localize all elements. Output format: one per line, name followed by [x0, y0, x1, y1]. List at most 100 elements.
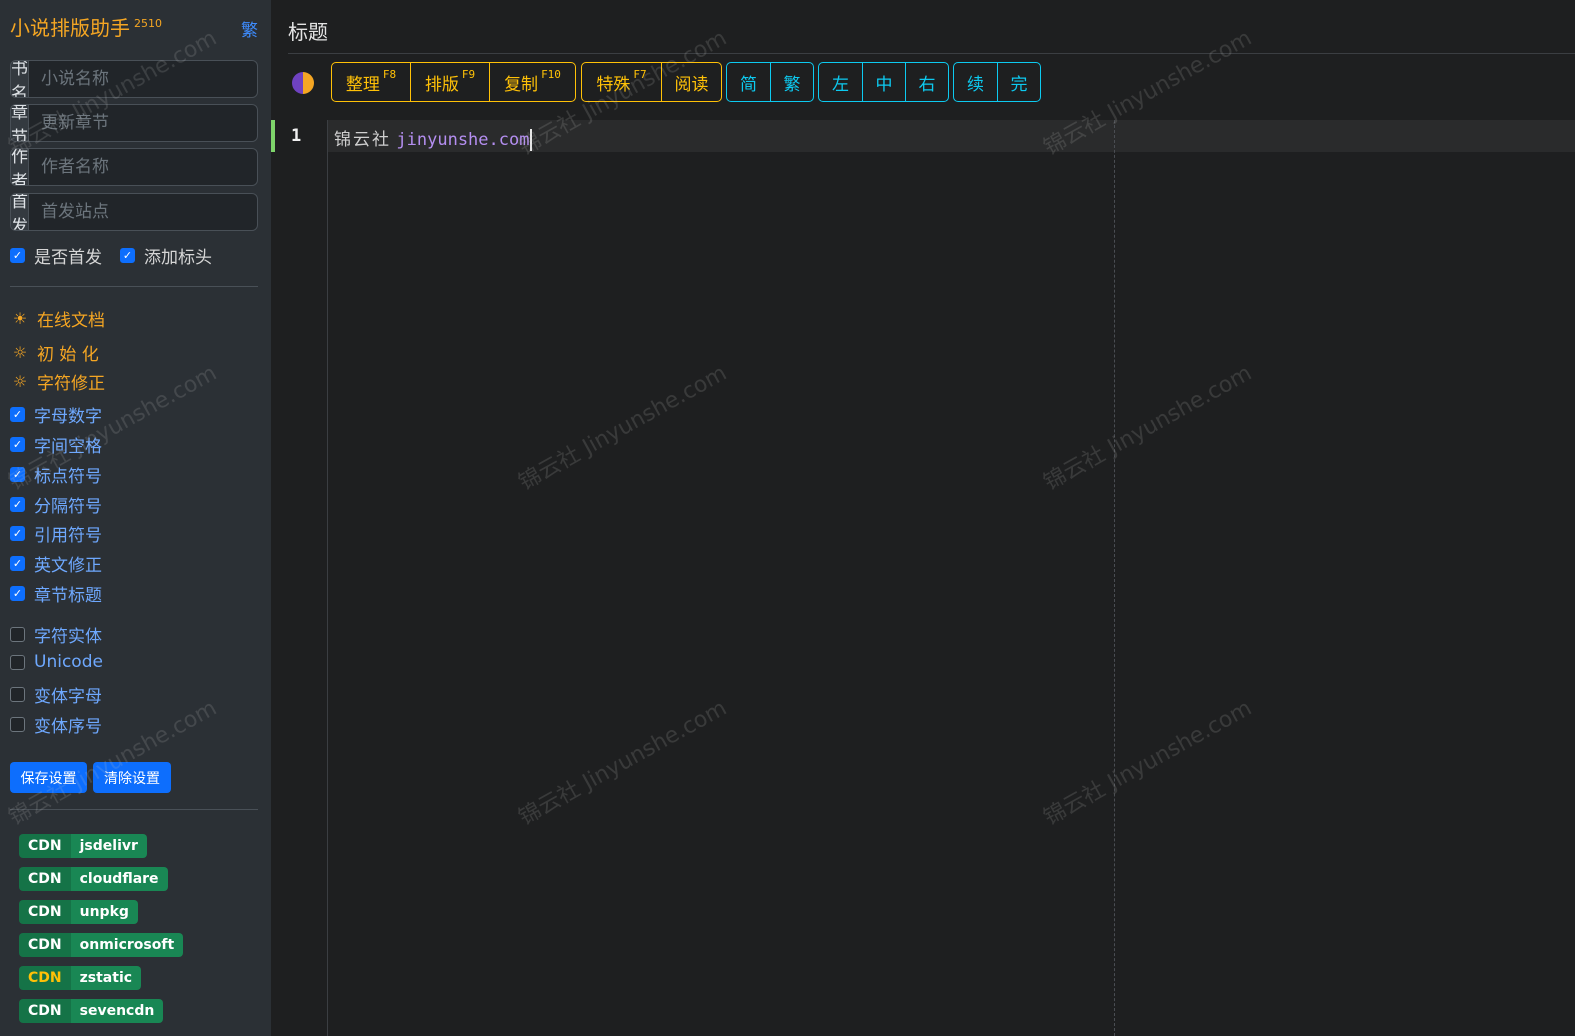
option-label: 英文修正 [34, 556, 102, 576]
clear-settings-button[interactable]: 清除设置 [93, 762, 171, 793]
option-checkbox[interactable] [10, 687, 25, 702]
first-release-label: 首发 [11, 193, 29, 231]
option-checkbox[interactable] [10, 717, 25, 732]
option-checkbox[interactable]: ✓ [10, 437, 25, 452]
option-label: 分隔符号 [34, 497, 102, 517]
special-button[interactable]: 特殊 F7 [582, 63, 661, 101]
option-row[interactable]: ✓ 引用符号 [10, 521, 102, 546]
cdn-badge-cloudflare[interactable]: CDN cloudflare [19, 867, 168, 891]
option-row[interactable]: ✓ 字母数字 [10, 402, 102, 427]
online-docs-label: 在线文档 [37, 311, 105, 331]
option-checkbox[interactable]: ✓ [10, 586, 25, 601]
typeset-shortcut: F9 [461, 67, 476, 81]
chapter-input[interactable] [29, 105, 257, 141]
typeset-label: 排版 [424, 74, 459, 95]
first-release-input[interactable] [29, 194, 257, 230]
cdn-badge-sevencdn[interactable]: CDN sevencdn [19, 999, 164, 1023]
option-row[interactable]: 变体字母 [10, 682, 102, 707]
cdn-key: CDN [19, 966, 71, 990]
char-fix-button[interactable]: ☼ 字符修正 [12, 369, 105, 394]
cdn-key: CDN [19, 834, 71, 858]
divider [10, 286, 258, 287]
option-row[interactable]: 变体序号 [10, 712, 102, 737]
traditional-button[interactable]: 繁 [770, 63, 813, 101]
first-release-checkbox-row[interactable]: ✓ 是否首发 [10, 243, 102, 268]
typeset-button[interactable]: 排版 F9 [410, 63, 489, 101]
char-fix-label: 字符修正 [37, 374, 105, 394]
option-row[interactable]: 字符实体 [10, 622, 102, 647]
read-label: 阅读 [674, 74, 709, 95]
format-button-group: 整理 F8 排版 F9 复制 F10 [331, 62, 576, 102]
continued-button[interactable]: 续 [954, 63, 997, 101]
cdn-badge-onmicrosoft[interactable]: CDN onmicrosoft [19, 933, 184, 957]
cdn-key: CDN [19, 900, 71, 924]
option-checkbox[interactable] [10, 654, 25, 670]
option-row[interactable]: ✓ 英文修正 [10, 551, 102, 576]
editor-line[interactable]: 锦云社 jinyunshe.com [334, 125, 533, 151]
online-docs-link[interactable]: ☀ 在线文档 [12, 306, 105, 331]
option-checkbox[interactable]: ✓ [10, 526, 25, 541]
author-input[interactable] [29, 149, 257, 185]
print-margin-guide [1114, 120, 1115, 1036]
option-label: 标点符号 [34, 467, 102, 487]
option-checkbox[interactable]: ✓ [10, 556, 25, 571]
option-row[interactable]: ✓ 字间空格 [10, 432, 102, 457]
book-name-input[interactable] [29, 61, 257, 97]
line-number: 1 [291, 126, 302, 146]
tidy-label: 整理 [345, 74, 380, 95]
align-button-group: 左 中 右 [818, 62, 949, 102]
option-checkbox[interactable]: ✓ [10, 467, 25, 482]
initialize-button[interactable]: ☼ 初 始 化 [12, 340, 99, 365]
version-badge: 2510 [134, 17, 162, 31]
option-label: 字母数字 [34, 407, 102, 427]
option-checkbox[interactable]: ✓ [10, 497, 25, 512]
option-label: 引用符号 [34, 526, 102, 546]
option-label: 章节标题 [34, 586, 102, 606]
special-shortcut: F7 [633, 67, 647, 81]
book-name-label: 书名 [11, 60, 29, 98]
page-title: 标题 [288, 20, 328, 44]
align-left-button[interactable]: 左 [819, 63, 862, 101]
cdn-badge-zstatic[interactable]: CDN zstatic [19, 966, 142, 990]
option-label: Unicode [34, 652, 103, 672]
tidy-shortcut: F8 [382, 67, 397, 81]
add-header-checkbox[interactable]: ✓ [120, 248, 135, 263]
option-row[interactable]: Unicode [10, 652, 103, 672]
option-row[interactable]: ✓ 分隔符号 [10, 492, 102, 517]
theme-toggle-icon[interactable] [292, 72, 314, 94]
tidy-button[interactable]: 整理 F8 [332, 63, 410, 101]
option-checkbox[interactable]: ✓ [10, 407, 25, 422]
initialize-label: 初 始 化 [37, 345, 99, 365]
editor-text-cn: 锦云社 [334, 130, 391, 150]
title-divider [288, 53, 1575, 54]
cdn-name: sevencdn [70, 999, 164, 1023]
copy-label: 复制 [504, 74, 539, 95]
add-header-checkbox-row[interactable]: ✓ 添加标头 [120, 243, 212, 268]
text-editor[interactable]: 1 锦云社 jinyunshe.com [271, 120, 1575, 1036]
option-row[interactable]: ✓ 标点符号 [10, 462, 102, 487]
align-right-button[interactable]: 右 [905, 63, 948, 101]
read-button[interactable]: 阅读 [661, 63, 721, 101]
traditional-chinese-toggle[interactable]: 繁 [241, 16, 258, 41]
copy-shortcut: F10 [541, 67, 561, 81]
save-settings-button[interactable]: 保存设置 [10, 762, 87, 793]
align-center-button[interactable]: 中 [862, 63, 905, 101]
book-name-field: 书名 [10, 60, 258, 98]
cdn-badge-unpkg[interactable]: CDN unpkg [19, 900, 138, 924]
option-row[interactable]: ✓ 章节标题 [10, 581, 102, 606]
copy-button[interactable]: 复制 F10 [489, 63, 575, 101]
simplified-button[interactable]: 简 [727, 63, 770, 101]
gutter-border [327, 120, 328, 1036]
cdn-key: CDN [19, 933, 71, 957]
option-label: 变体字母 [34, 687, 102, 707]
special-button-group: 特殊 F7 阅读 [581, 62, 722, 102]
modified-line-marker [271, 120, 275, 152]
text-cursor [530, 129, 533, 151]
option-checkbox[interactable] [10, 627, 25, 642]
first-release-checkbox[interactable]: ✓ [10, 248, 25, 263]
cdn-badge-jsdelivr[interactable]: CDN jsdelivr [19, 834, 147, 858]
script-button-group: 简 繁 [726, 62, 814, 102]
first-release-field: 首发 [10, 193, 258, 231]
chapter-field: 章节 [10, 104, 258, 142]
finished-button[interactable]: 完 [997, 63, 1040, 101]
